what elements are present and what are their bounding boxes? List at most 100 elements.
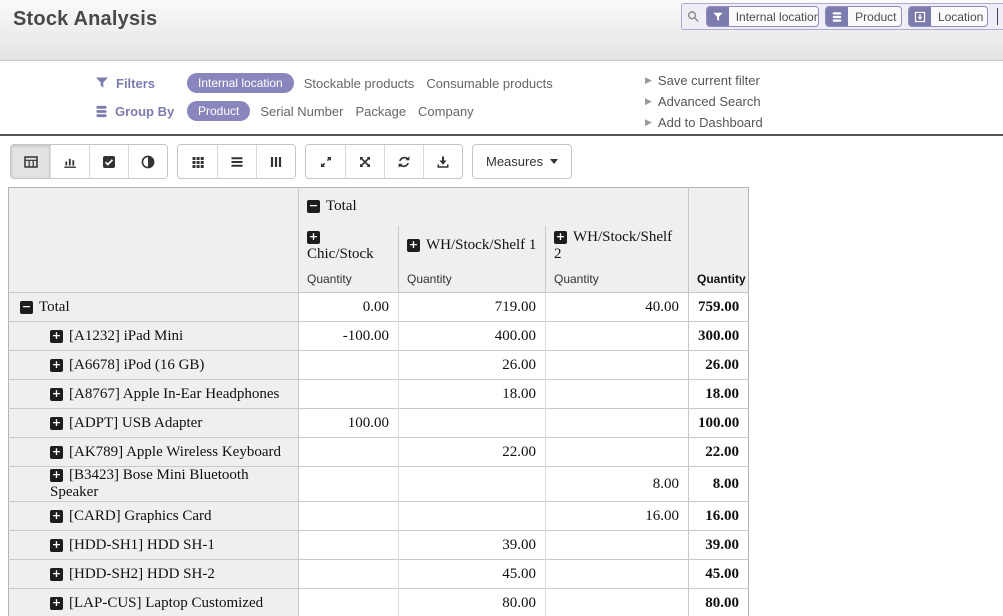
row-label: [A8767] Apple In-Ear Headphones bbox=[69, 386, 279, 402]
column-group-header[interactable]: −Total bbox=[299, 188, 689, 226]
triangle-right-icon: ▶ bbox=[645, 117, 652, 128]
advanced-search-link[interactable]: ▶ Advanced Search bbox=[645, 91, 763, 112]
cell-value bbox=[299, 531, 399, 560]
total-column-spacer bbox=[689, 188, 749, 226]
row-total: 16.00 bbox=[689, 502, 749, 531]
expand-icon[interactable]: + bbox=[554, 231, 567, 244]
save-current-filter-link[interactable]: ▶ Save current filter bbox=[645, 70, 763, 91]
row-header[interactable]: +[B3423] Bose Mini Bluetooth Speaker bbox=[9, 467, 299, 502]
row-label: [HDD-SH1] HDD SH-1 bbox=[69, 537, 215, 553]
expand-icon[interactable]: + bbox=[50, 597, 63, 610]
cell-value: 18.00 bbox=[399, 380, 546, 409]
filter-stockable-products[interactable]: Stockable products bbox=[304, 76, 415, 91]
expand-icon[interactable]: + bbox=[50, 388, 63, 401]
row-label: [A6678] iPod (16 GB) bbox=[69, 357, 204, 373]
cell-value: 719.00 bbox=[399, 293, 546, 322]
row-label: Total bbox=[39, 299, 70, 315]
download-button[interactable] bbox=[423, 145, 462, 178]
pivot-view-button[interactable] bbox=[11, 145, 50, 178]
row-total: 22.00 bbox=[689, 438, 749, 467]
row-header[interactable]: +[ADPT] USB Adapter bbox=[9, 409, 299, 438]
row-header[interactable]: + [HDD-SH1] HDD SH-1 bbox=[9, 531, 299, 560]
search-facet-product[interactable]: Product x bbox=[825, 6, 902, 27]
row-label: [LAP-CUS] Laptop Customized bbox=[69, 595, 263, 611]
measure-header: Quantity bbox=[399, 266, 546, 293]
row-header[interactable]: −Total bbox=[9, 293, 299, 322]
refresh-button[interactable] bbox=[384, 145, 423, 178]
column-header-shelf1[interactable]: +WH/Stock/Shelf 1 bbox=[399, 226, 546, 266]
table-row: +[HDD-SH1] HDD SH-139.0039.00 bbox=[9, 531, 749, 560]
expand-icon[interactable]: + bbox=[50, 330, 63, 343]
expand-icon[interactable]: + bbox=[307, 231, 320, 244]
groupby-package[interactable]: Package bbox=[355, 104, 406, 119]
groupby-company[interactable]: Company bbox=[418, 104, 474, 119]
row-header[interactable]: +[A1232] iPad Mini bbox=[9, 322, 299, 351]
search-facet-internal-location[interactable]: Internal location x bbox=[706, 6, 819, 27]
measures-button[interactable]: Measures bbox=[472, 144, 572, 179]
expand-button[interactable] bbox=[306, 145, 345, 178]
search-bar[interactable]: Internal location x Product x bbox=[681, 3, 1003, 30]
expand-icon[interactable]: + bbox=[50, 469, 63, 482]
expand-icon[interactable]: + bbox=[50, 510, 63, 523]
expand-icon[interactable]: + bbox=[50, 359, 63, 372]
cell-value: 26.00 bbox=[399, 351, 546, 380]
pivot-corner-cell bbox=[9, 188, 299, 293]
row-header[interactable]: +[HDD-SH2] HDD SH-2 bbox=[9, 560, 299, 589]
cell-value: 80.00 bbox=[399, 589, 546, 616]
group-by-icon bbox=[826, 7, 848, 26]
facet-label: Location bbox=[938, 10, 983, 24]
collapse-icon[interactable]: − bbox=[20, 301, 33, 314]
table-row: +[CARD] Graphics Card16.0016.00 bbox=[9, 502, 749, 531]
cell-value bbox=[299, 467, 399, 502]
check-square-icon bbox=[101, 154, 117, 170]
row-header[interactable]: + [A6678] iPod (16 GB) bbox=[9, 351, 299, 380]
expand-icon[interactable]: + bbox=[50, 539, 63, 552]
filter-internal-location[interactable]: Internal location bbox=[187, 73, 294, 93]
cell-value: 39.00 bbox=[399, 531, 546, 560]
row-total: 45.00 bbox=[689, 560, 749, 589]
expand-icon[interactable]: + bbox=[50, 568, 63, 581]
cell-value bbox=[299, 351, 399, 380]
search-facet-location[interactable]: Location x bbox=[908, 6, 988, 27]
row-header[interactable]: +[AK789] Apple Wireless Keyboard bbox=[9, 438, 299, 467]
cell-value bbox=[299, 438, 399, 467]
total-measure-header: Quantity bbox=[689, 266, 749, 293]
collapse-icon[interactable]: − bbox=[307, 200, 320, 213]
table-icon bbox=[23, 154, 39, 170]
search-options: ▶ Save current filter ▶ Advanced Search … bbox=[645, 70, 763, 133]
add-to-dashboard-link[interactable]: ▶ Add to Dashboard bbox=[645, 112, 763, 133]
column-header-chic-stock[interactable]: +Chic/Stock bbox=[299, 226, 399, 266]
view-switch-group bbox=[10, 144, 168, 179]
expand-icon bbox=[318, 154, 334, 170]
cell-value: 8.00 bbox=[546, 467, 689, 502]
arrows-icon bbox=[357, 154, 373, 170]
arrows-button[interactable] bbox=[345, 145, 384, 178]
groupby-product[interactable]: Product bbox=[187, 101, 250, 121]
row-header[interactable]: + [A8767] Apple In-Ear Headphones bbox=[9, 380, 299, 409]
contrast-button[interactable] bbox=[128, 145, 167, 178]
list-button[interactable] bbox=[217, 145, 256, 178]
filter-consumable-products[interactable]: Consumable products bbox=[426, 76, 552, 91]
expand-icon[interactable]: + bbox=[407, 239, 420, 252]
check-square-button[interactable] bbox=[89, 145, 128, 178]
search-text-caret bbox=[997, 8, 998, 25]
expand-icon[interactable]: + bbox=[50, 417, 63, 430]
columns-button[interactable] bbox=[256, 145, 295, 178]
bar-chart-view-button[interactable] bbox=[50, 145, 89, 178]
cell-value bbox=[299, 502, 399, 531]
filter-icon bbox=[95, 76, 109, 90]
expand-icon[interactable]: + bbox=[50, 446, 63, 459]
bar-chart-icon bbox=[62, 154, 78, 170]
list-icon bbox=[229, 154, 245, 170]
row-total: 759.00 bbox=[689, 293, 749, 322]
row-header[interactable]: + [LAP-CUS] Laptop Customized bbox=[9, 589, 299, 616]
grid-button[interactable] bbox=[178, 145, 217, 178]
total-column-spacer bbox=[689, 226, 749, 266]
row-label: [CARD] Graphics Card bbox=[69, 508, 211, 524]
cell-value: 400.00 bbox=[399, 322, 546, 351]
column-header-shelf2[interactable]: +WH/Stock/Shelf 2 bbox=[546, 226, 689, 266]
pivot-table: −Total +Chic/Stock +WH/Stock/Shelf 1 +WH… bbox=[8, 187, 749, 616]
row-total: 300.00 bbox=[689, 322, 749, 351]
groupby-serial-number[interactable]: Serial Number bbox=[260, 104, 343, 119]
row-header[interactable]: + [CARD] Graphics Card bbox=[9, 502, 299, 531]
